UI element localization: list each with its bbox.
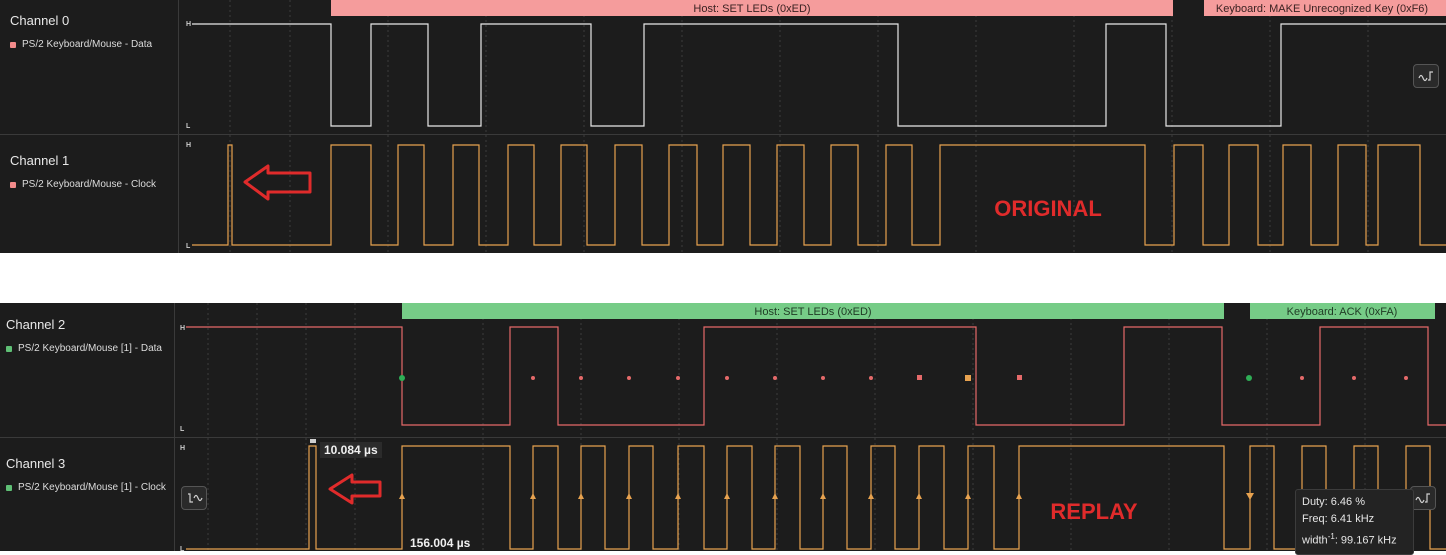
capture-panel-replay: Channel 2 PS/2 Keyboard/Mouse [1] - Data… — [0, 303, 1446, 555]
ch2-level-low: L — [180, 426, 185, 433]
width-value: : 99.167 kHz — [1334, 534, 1397, 547]
annotation-keyboard-ack: Keyboard: ACK (0xFA) — [1287, 306, 1398, 318]
annotation-host-set-leds-replay: Host: SET LEDs (0xED) — [754, 306, 871, 318]
timing-grid — [207, 303, 1366, 551]
ch1-level-low: L — [186, 243, 191, 250]
ch3-level-high: H — [180, 445, 185, 452]
arrow-left-icon — [243, 164, 312, 201]
overlay-label-replay: REPLAY — [1050, 499, 1138, 524]
annotation-host-set-leds: Host: SET LEDs (0xED) — [693, 3, 810, 15]
duty-readout: Duty: 6.46 % — [1302, 496, 1365, 508]
ch0-level-high: H — [186, 21, 191, 28]
ch1-level-high: H — [186, 142, 191, 149]
trigger-edge-icon[interactable] — [181, 486, 207, 510]
width-prefix: width — [1302, 534, 1328, 547]
channel-0-trace — [192, 23, 1446, 127]
waveform-area-replay[interactable]: Host: SET LEDs (0xED) Keyboard: ACK (0xF… — [0, 303, 1446, 551]
pulse-width-measurement: 10.084 µs — [320, 442, 382, 458]
channel-2-sample-markers — [399, 375, 1408, 381]
annotation-keyboard-make: Keyboard: MAKE Unrecognized Key (0xF6) — [1216, 3, 1428, 15]
measurement-tooltip: Duty: 6.46 % Freq: 6.41 kHz width-1: 99.… — [1295, 489, 1414, 555]
ch2-level-high: H — [180, 325, 185, 332]
pulse-width-marker[interactable] — [310, 439, 316, 443]
period-measurement: 156.004 µs — [410, 536, 471, 550]
trigger-edge-icon[interactable] — [1413, 64, 1439, 88]
width-readout: width-1: 99.167 kHz — [1302, 528, 1407, 550]
capture-panel-original: Channel 0 PS/2 Keyboard/Mouse - Data Cha… — [0, 0, 1446, 253]
freq-readout: Freq: 6.41 kHz — [1302, 513, 1375, 525]
ch3-level-low: L — [180, 546, 185, 551]
channel-2-trace — [186, 326, 1446, 426]
channel-1-trace — [192, 144, 1446, 246]
ch0-level-low: L — [186, 123, 191, 130]
overlay-label-original: ORIGINAL — [994, 196, 1102, 221]
width-superscript: -1 — [1327, 532, 1335, 541]
waveform-area-original[interactable]: Host: SET LEDs (0xED) Keyboard: MAKE Unr… — [0, 0, 1446, 253]
